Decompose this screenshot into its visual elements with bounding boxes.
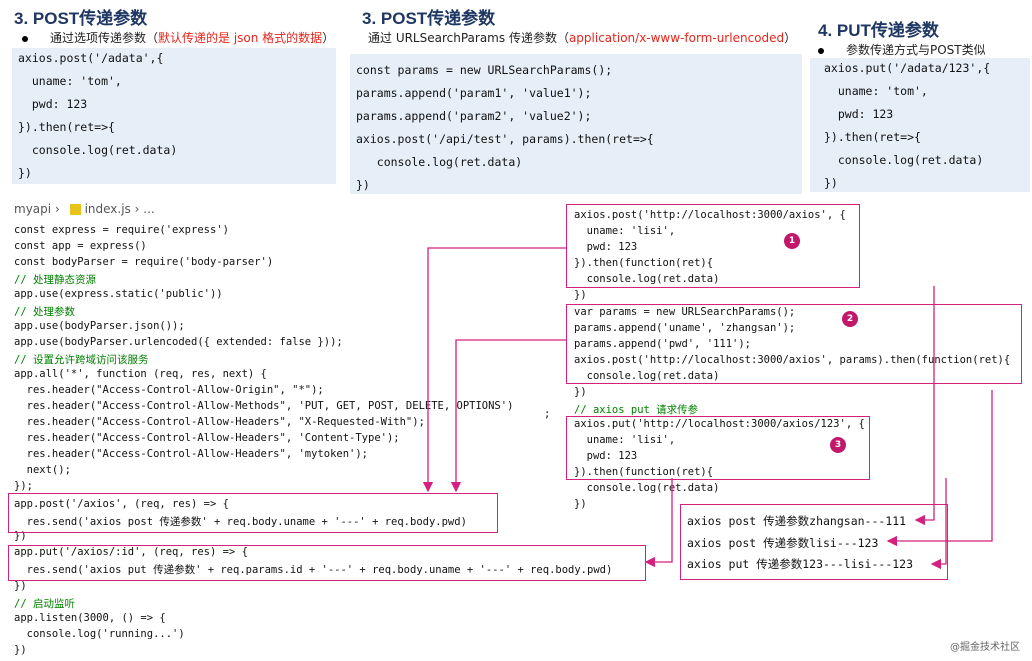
arrow-request1-to-server [422, 247, 566, 493]
arrow-request3-to-server [644, 478, 673, 568]
watermark: @掘金技术社区 [950, 642, 1020, 653]
arrow-response2 [886, 390, 993, 547]
arrow-response1 [914, 286, 935, 526]
connector-arrows [422, 247, 993, 570]
arrow-request2-to-server [450, 339, 566, 493]
